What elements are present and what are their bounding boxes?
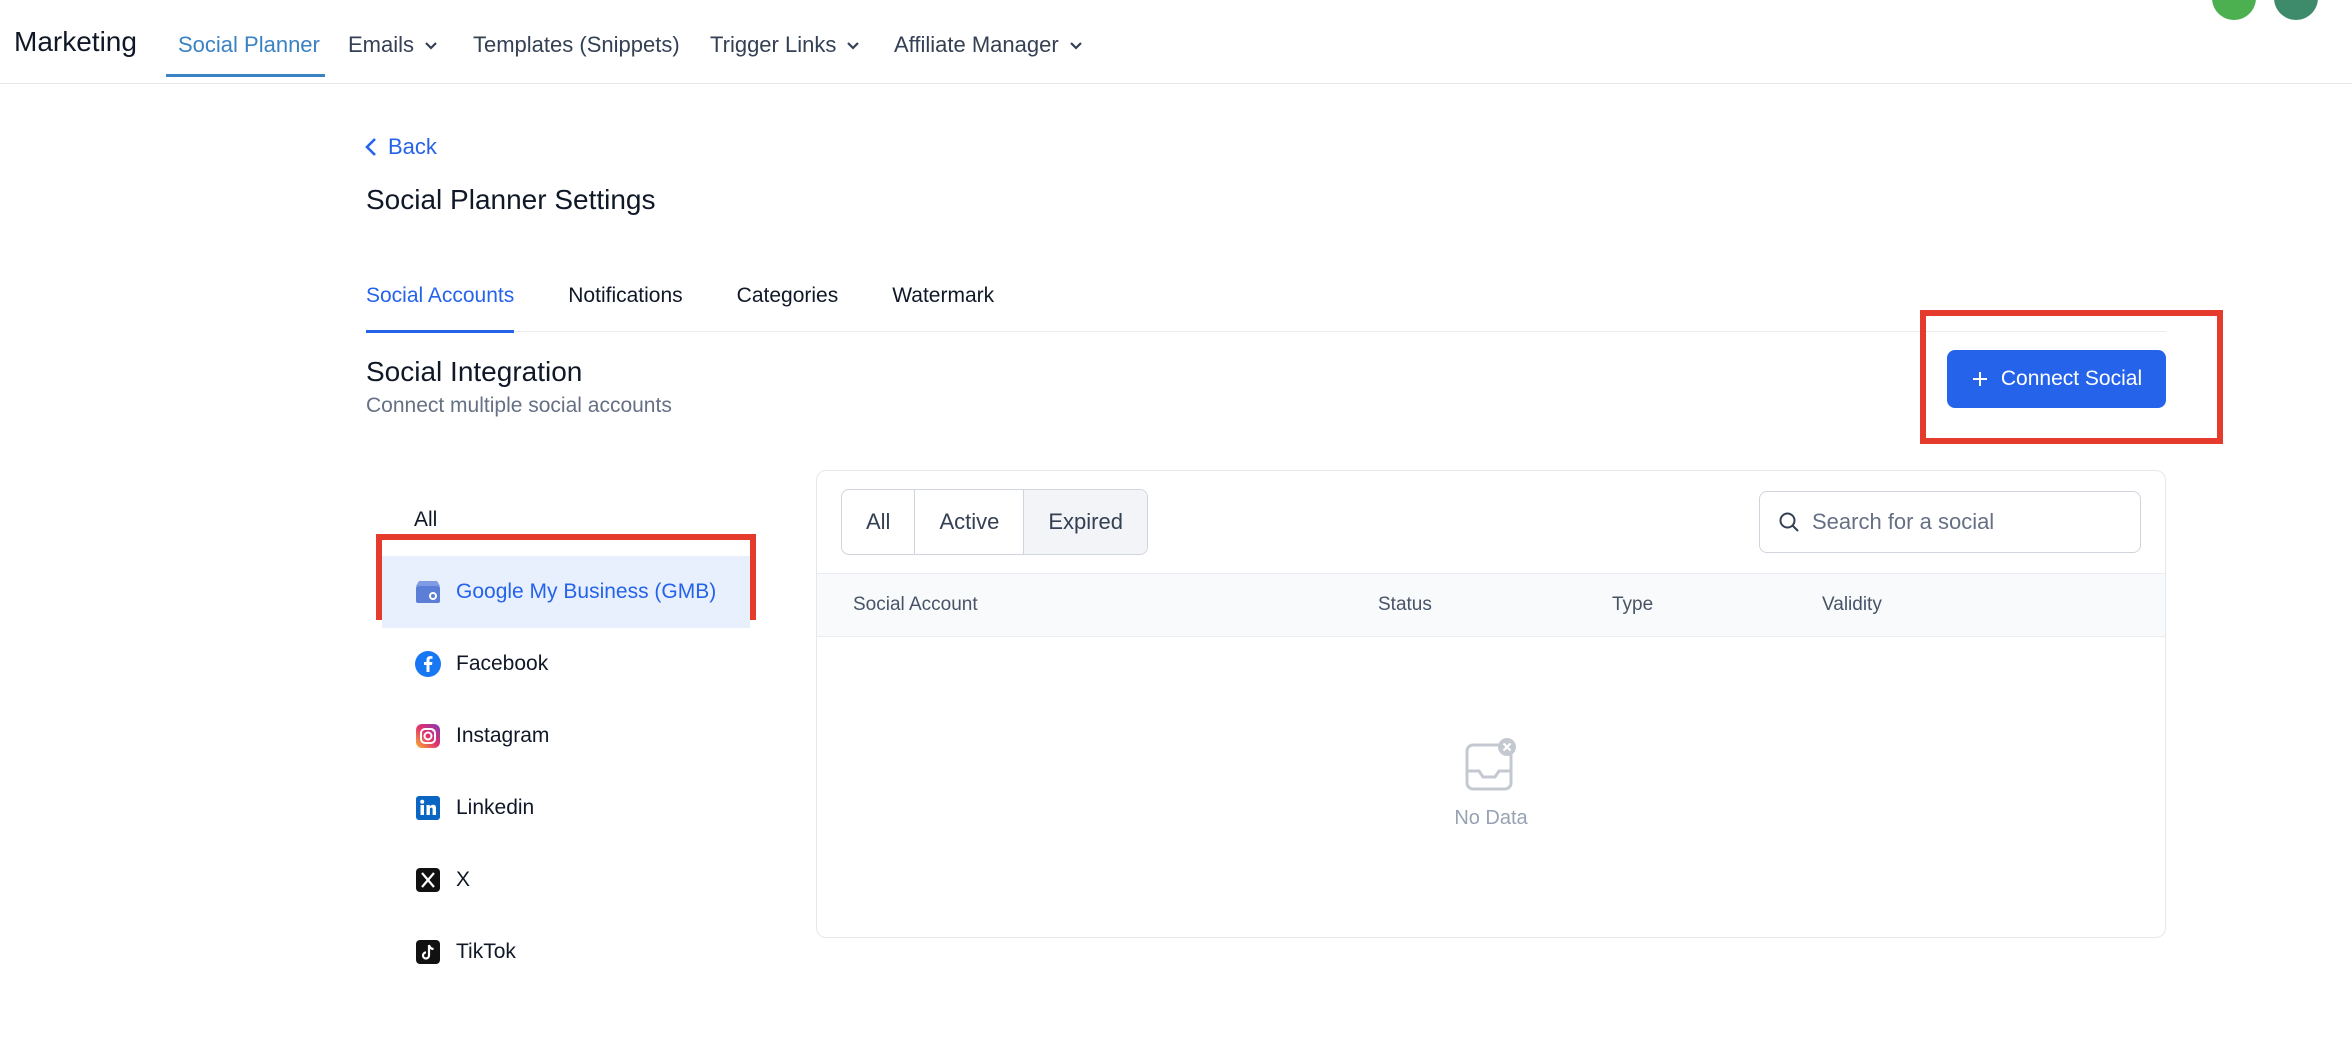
avatar[interactable] [2212, 0, 2256, 20]
nav-affiliate-manager[interactable]: Affiliate Manager [894, 32, 1083, 58]
nav-social-planner[interactable]: Social Planner [178, 32, 320, 58]
filter-expired-button[interactable]: Expired [1024, 490, 1147, 554]
nav-label: Emails [348, 32, 415, 57]
table-header: Social Account Status Type Validity [817, 573, 2165, 637]
tab-notifications[interactable]: Notifications [568, 284, 682, 333]
connect-social-button[interactable]: Connect Social [1947, 350, 2166, 408]
social-item-label: Instagram [456, 724, 550, 747]
tab-social-accounts[interactable]: Social Accounts [366, 284, 515, 333]
search-input[interactable] [1812, 509, 2112, 535]
app-title: Marketing [14, 26, 137, 57]
tab-categories[interactable]: Categories [737, 284, 839, 333]
nav-trigger-links[interactable]: Trigger Links [710, 32, 860, 58]
social-item-x[interactable]: X [376, 844, 756, 916]
social-item-instagram[interactable]: Instagram [376, 700, 756, 772]
social-item-label: All [414, 508, 438, 531]
nav-label: Trigger Links [710, 32, 837, 57]
chevron-down-icon [1069, 42, 1082, 50]
column-header-type: Type [1612, 594, 1654, 615]
empty-state-text: No Data [1454, 807, 1528, 829]
chevron-down-icon [425, 42, 437, 50]
social-item-label: Facebook [456, 652, 549, 675]
status-filter: All Active Expired [841, 489, 1148, 555]
filter-all-button[interactable]: All [842, 490, 916, 554]
page-title: Social Planner Settings [366, 184, 656, 215]
social-item-label: Google My Business (GMB) [456, 580, 717, 603]
social-item-facebook[interactable]: Facebook [376, 628, 756, 700]
back-label: Back [388, 134, 437, 159]
social-item-tiktok[interactable]: TikTok [376, 916, 756, 988]
social-item-gmb[interactable]: Google My Business (GMB) [382, 556, 750, 628]
tiktok-icon [414, 938, 442, 966]
empty-state: No Data [817, 737, 2165, 830]
search-box[interactable] [1759, 491, 2141, 553]
tab-watermark[interactable]: Watermark [892, 284, 994, 333]
nav-label: Affiliate Manager [894, 32, 1059, 57]
social-item-label: TikTok [456, 940, 516, 963]
social-item-label: Linkedin [456, 796, 535, 819]
nav-templates[interactable]: Templates (Snippets) [473, 32, 680, 58]
back-link[interactable]: Back [364, 134, 437, 160]
nav-emails[interactable]: Emails [348, 32, 438, 58]
chevron-left-icon [365, 138, 376, 156]
search-icon [1779, 512, 1799, 532]
empty-inbox-icon [1465, 738, 1516, 791]
social-item-linkedin[interactable]: Linkedin [376, 772, 756, 844]
column-header-status: Status [1378, 594, 1432, 615]
settings-tabs: Social Accounts Notifications Categories… [366, 284, 1048, 333]
x-icon [414, 866, 442, 894]
social-platform-list: All Google My Business (GMB) Facebook In… [376, 484, 756, 988]
column-header-social-account: Social Account [853, 594, 978, 615]
column-header-validity: Validity [1822, 594, 1882, 615]
section-title: Social Integration [366, 356, 583, 387]
nav-active-indicator [166, 74, 325, 77]
plus-icon [1972, 372, 1987, 386]
nav-label: Templates (Snippets) [473, 32, 680, 57]
nav-label: Social Planner [178, 32, 320, 57]
linkedin-icon [414, 794, 442, 822]
avatar[interactable] [2274, 0, 2318, 20]
connect-social-label: Connect Social [2000, 367, 2143, 390]
instagram-icon [414, 722, 442, 750]
social-accounts-card: All Active Expired Social Account Status… [816, 470, 2166, 938]
top-nav: Marketing Social Planner Emails Template… [0, 0, 2352, 84]
section-subtitle: Connect multiple social accounts [366, 394, 672, 417]
facebook-icon [414, 650, 442, 678]
social-item-all[interactable]: All [376, 484, 756, 556]
filter-active-button[interactable]: Active [915, 490, 1025, 554]
gmb-icon [414, 578, 442, 606]
social-item-label: X [456, 868, 471, 891]
chevron-down-icon [847, 42, 860, 50]
